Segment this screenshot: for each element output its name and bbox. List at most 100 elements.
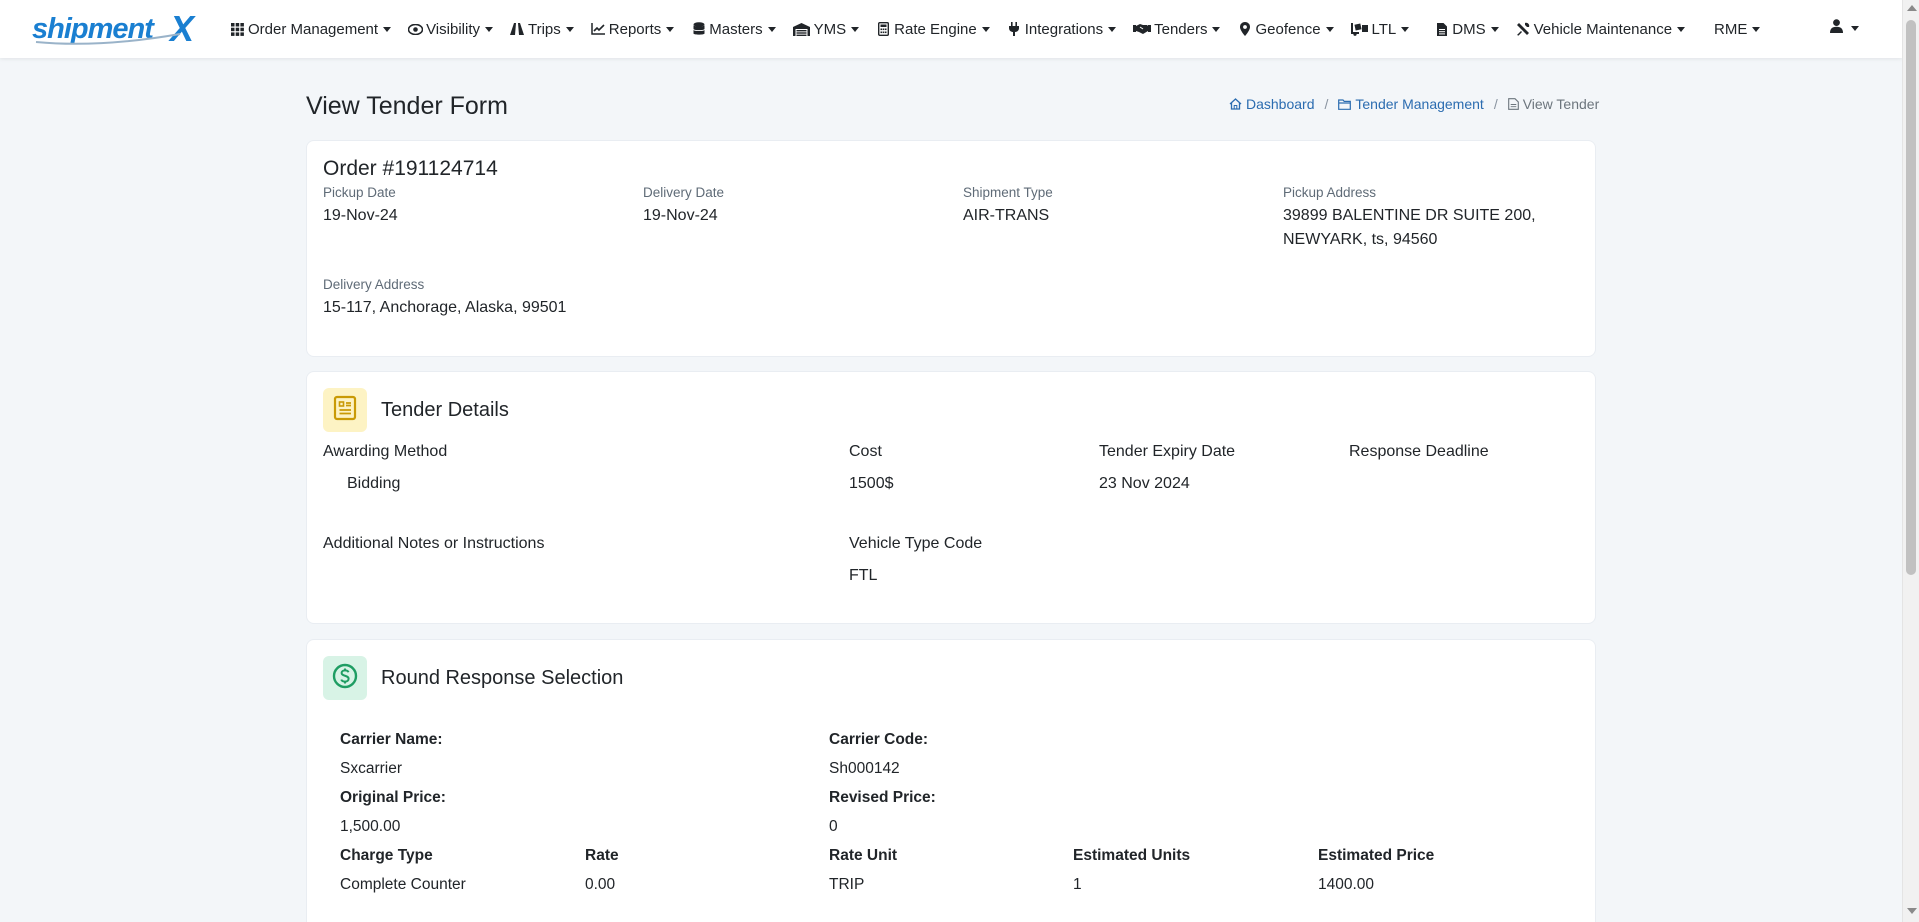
pickup-address-label: Pickup Address xyxy=(1283,185,1377,200)
tools-icon xyxy=(1516,22,1531,37)
eye-icon xyxy=(408,22,424,37)
caret-down-icon xyxy=(565,26,574,32)
breadcrumb-separator: / xyxy=(1324,96,1329,112)
breadcrumb-tender-management[interactable]: Tender Management xyxy=(1338,96,1484,112)
awarding-method-value: Bidding xyxy=(347,475,401,492)
tender-details-title: Tender Details xyxy=(381,399,509,421)
scroll-down-arrow-icon[interactable] xyxy=(1907,908,1917,914)
tender-details-icon-badge xyxy=(323,388,367,432)
breadcrumb-current: View Tender xyxy=(1507,96,1600,112)
nav-label: Visibility xyxy=(426,20,480,38)
nav-reports[interactable]: Reports xyxy=(591,21,675,38)
carrier-code-value: Sh000142 xyxy=(829,760,900,777)
nav-visibility[interactable]: Visibility xyxy=(408,21,493,38)
rate-unit-header: Rate Unit xyxy=(829,847,898,864)
database-icon xyxy=(691,22,706,37)
scroll-up-arrow-icon[interactable] xyxy=(1907,5,1917,11)
user-menu[interactable] xyxy=(1830,19,1859,38)
nav-label: Trips xyxy=(527,20,561,38)
estimated-units-header: Estimated Units xyxy=(1073,847,1191,864)
awarding-method-label: Awarding Method xyxy=(323,443,448,460)
caret-down-icon xyxy=(1851,26,1859,31)
tender-expiry-value: 23 Nov 2024 xyxy=(1099,475,1190,492)
scroll-thumb[interactable] xyxy=(1906,20,1916,575)
breadcrumb-dashboard[interactable]: Dashboard xyxy=(1229,96,1315,112)
caret-down-icon xyxy=(666,26,675,32)
home-icon xyxy=(1229,98,1242,110)
caret-down-icon xyxy=(383,26,392,32)
caret-down-icon xyxy=(1490,26,1499,32)
cost-value: 1500$ xyxy=(849,475,894,492)
charge-type-header: Charge Type xyxy=(340,847,433,864)
plug-icon xyxy=(1007,22,1022,37)
nav-label: Rate Engine xyxy=(894,20,977,38)
estimated-price-header: Estimated Price xyxy=(1318,847,1435,864)
main-menu: Order Management Visibility Trips Report… xyxy=(230,0,1777,58)
handshake-icon xyxy=(1133,22,1152,37)
breadcrumb-separator: / xyxy=(1493,96,1498,112)
nav-rate-engine[interactable]: Rate Engine xyxy=(876,21,990,38)
estimated-price-cell: 1400.00 xyxy=(1318,876,1375,893)
round-response-card: Round Response Selection Carrier Name: S… xyxy=(306,639,1596,922)
breadcrumb-current-label: View Tender xyxy=(1522,96,1600,112)
shipmentx-logo[interactable]: shipment X xyxy=(30,8,206,49)
charge-type-cell: Complete Counter xyxy=(340,876,466,893)
original-price-label: Original Price: xyxy=(340,789,446,806)
breadcrumb-dashboard-label: Dashboard xyxy=(1246,96,1315,112)
receipt-icon xyxy=(333,395,357,426)
round-response-title: Round Response Selection xyxy=(381,667,624,689)
caret-down-icon xyxy=(1325,26,1334,32)
tender-expiry-label: Tender Expiry Date xyxy=(1099,443,1236,460)
nav-integrations[interactable]: Integrations xyxy=(1007,21,1117,38)
rate-header: Rate xyxy=(585,847,619,864)
file-icon xyxy=(1434,22,1449,37)
grid-icon xyxy=(230,22,245,37)
tender-details-card: Tender Details Awarding Method Bidding C… xyxy=(306,371,1596,624)
rate-cell: 0.00 xyxy=(585,876,616,893)
breadcrumb: Dashboard / Tender Management / View Ten… xyxy=(1229,96,1599,112)
nav-order-management[interactable]: Order Management xyxy=(230,20,392,38)
nav-label: Tenders xyxy=(1154,20,1208,38)
caret-down-icon xyxy=(851,26,860,32)
nav-label: LTL xyxy=(1371,20,1397,38)
revised-price-value: 0 xyxy=(829,818,838,835)
page-scrollbar[interactable] xyxy=(1902,0,1919,922)
caret-down-icon xyxy=(1212,26,1221,32)
caret-down-icon xyxy=(1677,26,1686,32)
original-price-value: 1,500.00 xyxy=(340,818,401,835)
nav-label: DMS xyxy=(1452,20,1486,38)
top-navbar: shipment X Order Management Visibility T… xyxy=(0,0,1902,58)
pickup-address-line1: 39899 BALENTINE DR SUITE 200, xyxy=(1283,207,1536,224)
nav-label: Order Management xyxy=(248,20,379,38)
nav-rme[interactable]: RME xyxy=(1714,20,1761,38)
dollar-circle-icon xyxy=(332,663,358,694)
nav-tenders[interactable]: Tenders xyxy=(1133,20,1221,38)
response-deadline-label: Response Deadline xyxy=(1349,443,1489,460)
carrier-name-label: Carrier Name: xyxy=(340,731,443,748)
file-lines-icon xyxy=(1507,98,1519,110)
carrier-code-label: Carrier Code: xyxy=(829,731,929,748)
nav-dms[interactable]: DMS xyxy=(1434,20,1499,38)
nav-yms[interactable]: YMS xyxy=(793,21,860,38)
caret-down-icon xyxy=(1108,26,1117,32)
nav-masters[interactable]: Masters xyxy=(691,21,776,38)
shipment-type-label: Shipment Type xyxy=(963,185,1053,200)
nav-vehicle-maintenance[interactable]: Vehicle Maintenance xyxy=(1516,20,1686,38)
pickup-date-label: Pickup Date xyxy=(323,185,396,200)
nav-label: Vehicle Maintenance xyxy=(1533,20,1673,38)
nav-label: RME xyxy=(1714,20,1748,38)
nav-ltl[interactable]: LTL xyxy=(1350,20,1410,38)
nav-label: YMS xyxy=(813,20,847,38)
nav-trips[interactable]: Trips xyxy=(510,21,574,38)
carrier-name-value: Sxcarrier xyxy=(340,760,403,777)
caret-down-icon xyxy=(484,26,493,32)
order-summary-card: Order #191124714 Pickup Date 19-Nov-24 D… xyxy=(306,140,1596,357)
chart-line-icon xyxy=(591,22,606,37)
revised-price-label: Revised Price: xyxy=(829,789,936,806)
estimated-units-cell: 1 xyxy=(1073,876,1082,893)
delivery-address-value: 15-117, Anchorage, Alaska, 99501 xyxy=(323,299,567,316)
logo-mark: shipment X xyxy=(32,8,196,49)
page-title: View Tender Form xyxy=(306,92,508,120)
nav-geofence[interactable]: Geofence xyxy=(1237,21,1334,38)
additional-notes-label: Additional Notes or Instructions xyxy=(323,535,545,552)
